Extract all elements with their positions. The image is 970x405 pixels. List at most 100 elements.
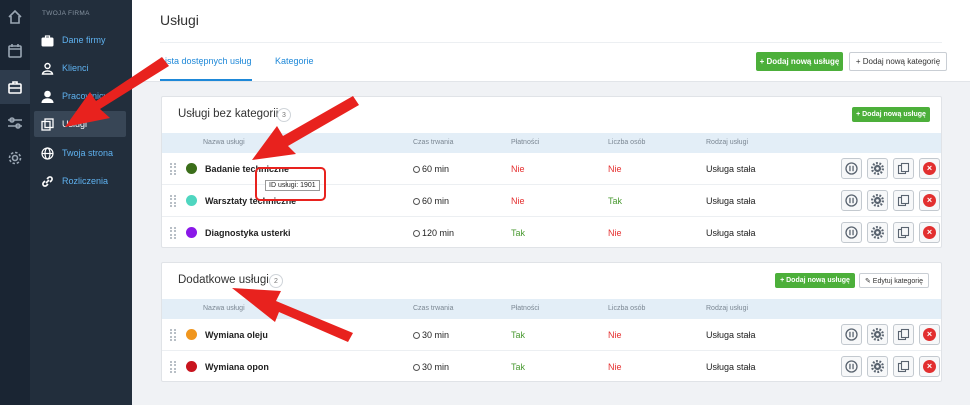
- sliders-icon[interactable]: [0, 106, 30, 140]
- group-add-service-button[interactable]: + Dodaj nową usługę: [775, 273, 855, 288]
- drag-handle-icon[interactable]: [170, 163, 176, 175]
- settings-button[interactable]: [867, 356, 888, 377]
- pause-button[interactable]: [841, 324, 862, 345]
- service-name[interactable]: Diagnostyka usterki: [205, 228, 291, 238]
- tab-kategorie[interactable]: Kategorie: [275, 56, 314, 66]
- add-category-button[interactable]: + Dodaj nową kategorię: [849, 52, 947, 71]
- annotation-highlight-box: [255, 167, 326, 201]
- gear-icon: [871, 360, 884, 373]
- col-type: Rodzaj usługi: [706, 139, 749, 146]
- group-panel-dodatkowe: Dodatkowe usługi 2 + Dodaj nową usługę ✎…: [161, 262, 942, 382]
- sidebar-item-twoja-strona[interactable]: Twoja strona: [34, 140, 126, 166]
- home-icon[interactable]: [0, 0, 30, 34]
- edit-category-button[interactable]: ✎ Edytuj kategorię: [859, 273, 929, 288]
- sidebar: TWOJA FIRMA Dane firmy Klienci Pracownic…: [30, 0, 132, 405]
- page-title: Usługi: [160, 12, 199, 28]
- delete-button[interactable]: ×: [919, 356, 940, 377]
- delete-button[interactable]: ×: [919, 158, 940, 179]
- copy-icon: [897, 194, 910, 207]
- user-outline-icon: [41, 62, 54, 75]
- service-payment: Tak: [511, 330, 526, 340]
- pause-button[interactable]: [841, 158, 862, 179]
- service-type: Usługa stała: [706, 196, 756, 206]
- col-payments: Płatności: [511, 139, 540, 146]
- briefcase-rail-icon[interactable]: [0, 70, 30, 104]
- pause-button[interactable]: [841, 356, 862, 377]
- copy-icon: [897, 360, 910, 373]
- gear-icon: [871, 194, 884, 207]
- globe-icon: [41, 146, 54, 160]
- pause-icon: [845, 226, 858, 239]
- sidebar-item-dane-firmy[interactable]: Dane firmy: [34, 27, 126, 53]
- header-divider: [160, 42, 942, 43]
- table-row[interactable]: Wymiana opon 30 min Tak Nie Usługa stała ×: [162, 351, 941, 383]
- drag-handle-icon[interactable]: [170, 195, 176, 207]
- settings-button[interactable]: [867, 324, 888, 345]
- settings-button[interactable]: [867, 190, 888, 211]
- briefcase-icon: [41, 34, 54, 47]
- drag-handle-icon[interactable]: [170, 329, 176, 341]
- service-color-dot: [186, 329, 197, 340]
- service-type: Usługa stała: [706, 362, 756, 372]
- close-icon: ×: [923, 360, 936, 373]
- settings-button[interactable]: [867, 222, 888, 243]
- duplicate-button[interactable]: [893, 158, 914, 179]
- gear-icon: [871, 328, 884, 341]
- sidebar-item-rozliczenia[interactable]: Rozliczenia: [34, 168, 126, 194]
- pause-button[interactable]: [841, 222, 862, 243]
- copy-icon: [897, 162, 910, 175]
- service-color-dot: [186, 361, 197, 372]
- copy-icon: [897, 328, 910, 341]
- duplicate-button[interactable]: [893, 222, 914, 243]
- delete-button[interactable]: ×: [919, 190, 940, 211]
- pause-button[interactable]: [841, 190, 862, 211]
- close-icon: ×: [923, 162, 936, 175]
- sidebar-item-uslugi[interactable]: Usługi: [34, 111, 126, 137]
- active-tab-indicator: [160, 79, 252, 81]
- drag-handle-icon[interactable]: [170, 361, 176, 373]
- service-color-dot: [186, 163, 197, 174]
- group-add-service-button[interactable]: + Dodaj nową usługę: [852, 107, 930, 122]
- col-duration: Czas trwania: [413, 305, 454, 312]
- table-row[interactable]: Diagnostyka usterki 120 min Tak Nie Usługa s…: [162, 217, 941, 249]
- col-type: Rodzaj usługi: [706, 305, 749, 312]
- clock-icon: [413, 230, 420, 237]
- add-service-button[interactable]: + Dodaj nową usługę: [756, 52, 843, 71]
- service-name[interactable]: Wymiana oleju: [205, 330, 268, 340]
- col-duration: Czas trwania: [413, 139, 454, 146]
- service-persons: Nie: [608, 330, 622, 340]
- service-name[interactable]: Wymiana opon: [205, 362, 269, 372]
- service-payment: Tak: [511, 362, 526, 372]
- duplicate-button[interactable]: [893, 356, 914, 377]
- group-count-badge: 2: [269, 274, 283, 288]
- sidebar-item-pracownicy[interactable]: Pracownicy: [34, 83, 126, 109]
- table-header: Nazwa usługi Czas trwania Płatności Licz…: [162, 299, 941, 319]
- drag-handle-icon[interactable]: [170, 227, 176, 239]
- pause-icon: [845, 360, 858, 373]
- col-payments: Płatności: [511, 305, 540, 312]
- tab-lista-uslug[interactable]: Lista dostępnych usług: [160, 56, 252, 66]
- delete-button[interactable]: ×: [919, 222, 940, 243]
- duplicate-button[interactable]: [893, 190, 914, 211]
- gear-rail-icon[interactable]: [0, 141, 30, 175]
- service-persons: Nie: [608, 362, 622, 372]
- delete-button[interactable]: ×: [919, 324, 940, 345]
- duplicate-button[interactable]: [893, 324, 914, 345]
- settings-button[interactable]: [867, 158, 888, 179]
- service-payment: Nie: [511, 164, 525, 174]
- table-row[interactable]: Wymiana oleju 30 min Tak Nie Usługa stała ×: [162, 319, 941, 351]
- col-name: Nazwa usługi: [203, 305, 245, 312]
- service-type: Usługa stała: [706, 330, 756, 340]
- close-icon: ×: [923, 328, 936, 341]
- col-persons: Liczba osób: [608, 139, 646, 146]
- user-icon: [41, 90, 54, 103]
- gear-icon: [871, 226, 884, 239]
- close-icon: ×: [923, 194, 936, 207]
- calendar-icon[interactable]: [0, 34, 30, 68]
- col-persons: Liczba osób: [608, 305, 646, 312]
- sidebar-item-klienci[interactable]: Klienci: [34, 55, 126, 81]
- service-duration: 120 min: [413, 228, 454, 238]
- pause-icon: [845, 162, 858, 175]
- clock-icon: [413, 332, 420, 339]
- service-duration: 30 min: [413, 330, 449, 340]
